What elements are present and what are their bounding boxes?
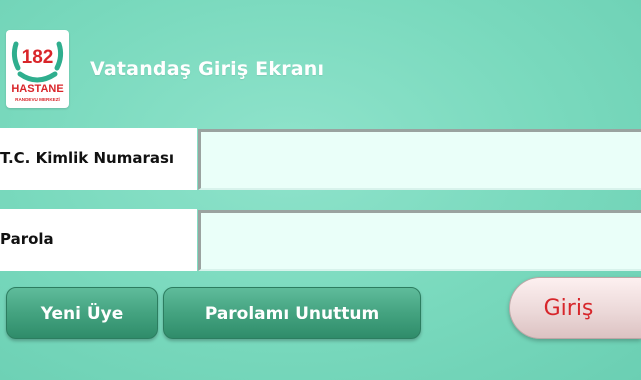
forgot-password-button[interactable]: Parolamı Unuttum bbox=[163, 287, 421, 339]
hastane-logo: 182 HASTANE RANDEVU MERKEZİ bbox=[6, 30, 69, 108]
new-member-button[interactable]: Yeni Üye bbox=[6, 287, 158, 339]
tc-label: T.C. Kimlik Numarası bbox=[0, 149, 175, 167]
password-input[interactable] bbox=[201, 213, 641, 269]
page-title: Vatandaş Giriş Ekranı bbox=[90, 58, 325, 80]
tc-input[interactable] bbox=[201, 132, 641, 188]
login-button[interactable]: Giriş bbox=[509, 277, 641, 339]
tc-label-cell: T.C. Kimlik Numarası bbox=[0, 128, 197, 190]
tc-row: T.C. Kimlik Numarası bbox=[0, 128, 641, 190]
svg-text:RANDEVU MERKEZİ: RANDEVU MERKEZİ bbox=[15, 96, 60, 102]
header: 182 HASTANE RANDEVU MERKEZİ Vatandaş Gir… bbox=[0, 0, 641, 125]
password-row: Parola bbox=[0, 209, 641, 271]
tc-input-cell[interactable] bbox=[198, 129, 641, 190]
password-label-cell: Parola bbox=[0, 209, 197, 271]
svg-text:HASTANE: HASTANE bbox=[11, 83, 63, 95]
svg-text:182: 182 bbox=[22, 47, 54, 68]
password-input-cell[interactable] bbox=[198, 210, 641, 271]
password-label: Parola bbox=[0, 230, 54, 248]
